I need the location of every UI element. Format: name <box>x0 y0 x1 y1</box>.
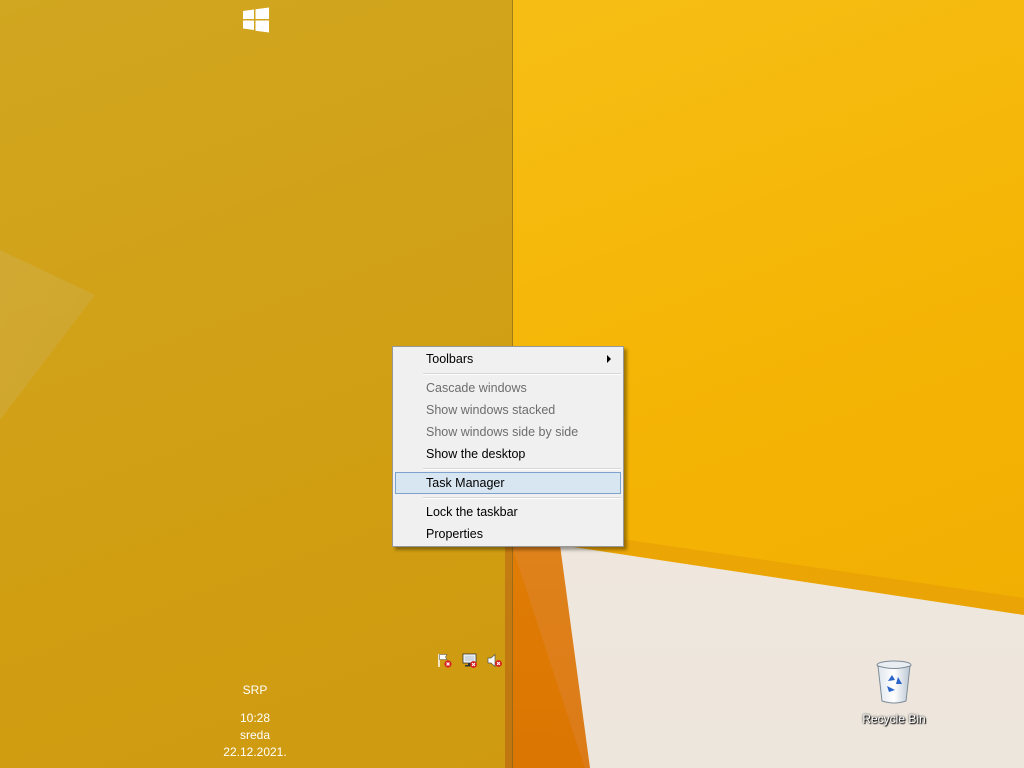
menu-item-cascade-windows[interactable]: Cascade windows <box>395 377 621 399</box>
menu-item-label: Lock the taskbar <box>426 505 518 519</box>
clock-time: 10:28 <box>239 711 271 725</box>
menu-separator <box>423 373 621 375</box>
menu-separator <box>423 497 621 499</box>
menu-item-label: Cascade windows <box>426 381 527 395</box>
desktop-icon-recycle-bin[interactable]: Recycle Bin <box>858 659 930 726</box>
menu-item-properties[interactable]: Properties <box>395 523 621 545</box>
notification-area <box>436 652 503 669</box>
menu-item-label: Show the desktop <box>426 447 526 461</box>
menu-item-task-manager[interactable]: Task Manager <box>395 472 621 494</box>
menu-item-label: Properties <box>426 527 483 541</box>
clock[interactable]: 10:28 sreda 22.12.2021. <box>215 710 295 761</box>
submenu-arrow-icon <box>607 355 611 363</box>
menu-item-lock-the-taskbar[interactable]: Lock the taskbar <box>395 501 621 523</box>
menu-item-show-the-desktop[interactable]: Show the desktop <box>395 443 621 465</box>
menu-item-label: Task Manager <box>426 476 505 490</box>
desktop-icon-label: Recycle Bin <box>862 712 926 726</box>
menu-item-label: Show windows side by side <box>426 425 579 439</box>
clock-date: 22.12.2021. <box>223 745 287 759</box>
volume-muted-icon[interactable] <box>486 652 503 669</box>
recycle-bin-icon <box>876 660 912 704</box>
action-center-flag-icon[interactable] <box>436 652 453 669</box>
start-button[interactable] <box>242 7 270 33</box>
menu-item-toolbars[interactable]: Toolbars <box>395 348 621 370</box>
network-disconnected-icon[interactable] <box>461 652 478 669</box>
menu-separator <box>423 468 621 470</box>
input-language-indicator[interactable]: SRP <box>230 683 280 697</box>
menu-item-show-windows-side-by-side[interactable]: Show windows side by side <box>395 421 621 443</box>
menu-item-show-windows-stacked[interactable]: Show windows stacked <box>395 399 621 421</box>
taskbar-context-menu: Toolbars Cascade windows Show windows st… <box>392 346 624 547</box>
menu-item-label: Show windows stacked <box>426 403 556 417</box>
menu-item-label: Toolbars <box>426 352 474 366</box>
clock-day: sreda <box>239 728 271 742</box>
windows-logo-icon <box>243 7 269 33</box>
